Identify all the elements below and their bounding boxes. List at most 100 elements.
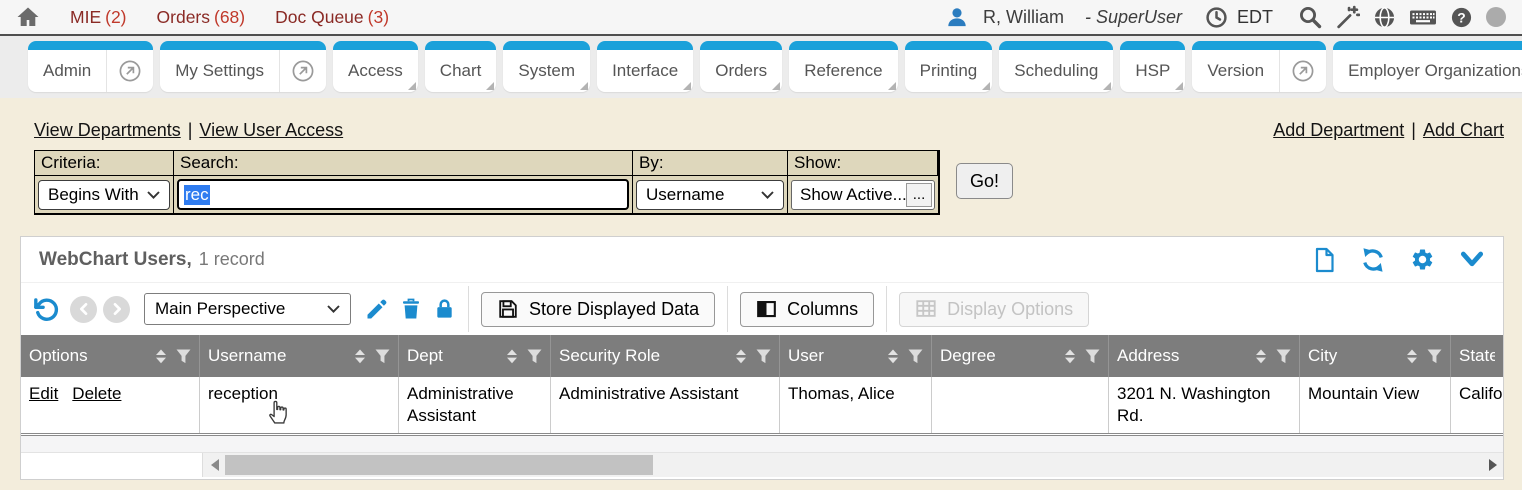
- column-header-dept[interactable]: Dept: [399, 335, 551, 377]
- column-header-security-role[interactable]: Security Role: [551, 335, 780, 377]
- search-input[interactable]: rec: [177, 179, 629, 210]
- delete-trash-icon[interactable]: [399, 297, 423, 321]
- filter-icon[interactable]: [1276, 349, 1291, 364]
- column-header-state[interactable]: State: [1451, 335, 1503, 377]
- sort-icon[interactable]: [506, 349, 518, 364]
- new-document-icon[interactable]: [1312, 247, 1336, 273]
- gear-icon[interactable]: [1410, 247, 1435, 272]
- keyboard-icon[interactable]: [1409, 6, 1437, 29]
- status-dot-icon[interactable]: [1486, 7, 1506, 27]
- column-header-city[interactable]: City: [1300, 335, 1451, 377]
- sort-icon[interactable]: [1064, 349, 1076, 364]
- show-filter[interactable]: Show Active... ...: [791, 180, 935, 210]
- tab-scheduling[interactable]: Scheduling: [999, 41, 1113, 92]
- horizontal-scrollbar[interactable]: [203, 453, 1503, 477]
- tab-employer-organizations[interactable]: Employer Organizations: [1333, 41, 1522, 92]
- user-search-form: Criteria: Search: By: Show: Begins With …: [34, 150, 1522, 215]
- globe-icon[interactable]: [1373, 6, 1396, 29]
- column-header-options[interactable]: Options: [21, 335, 200, 377]
- user-name: R, William: [983, 7, 1064, 28]
- sort-icon[interactable]: [155, 349, 167, 364]
- tab-accent: [333, 41, 418, 50]
- refresh-icon[interactable]: [1360, 247, 1386, 273]
- filter-icon[interactable]: [176, 349, 191, 364]
- home-icon[interactable]: [16, 5, 40, 29]
- filter-icon[interactable]: [527, 349, 542, 364]
- scrollbar-thumb[interactable]: [225, 455, 653, 475]
- display-options-button[interactable]: Display Options: [899, 292, 1089, 327]
- scroll-right-arrow[interactable]: [1489, 459, 1497, 471]
- column-header-degree[interactable]: Degree: [932, 335, 1109, 377]
- column-header-username[interactable]: Username: [200, 335, 399, 377]
- nav-mie-count: (2): [105, 7, 126, 27]
- user-icon[interactable]: [946, 6, 968, 28]
- tab-reference[interactable]: Reference: [789, 41, 897, 92]
- filter-icon[interactable]: [1427, 349, 1442, 364]
- column-header-address[interactable]: Address: [1109, 335, 1300, 377]
- perspective-select[interactable]: Main Perspective: [144, 293, 351, 325]
- tab-admin[interactable]: Admin: [28, 41, 153, 92]
- search-icon[interactable]: [1298, 5, 1322, 29]
- sort-icon[interactable]: [1406, 349, 1418, 364]
- dropdown-corner-icon: [772, 82, 780, 90]
- sort-icon[interactable]: [735, 349, 747, 364]
- webchart-users-panel: WebChart Users, 1 record: [20, 236, 1504, 480]
- tab-interface[interactable]: Interface: [597, 41, 693, 92]
- view-user-access-link[interactable]: View User Access: [199, 120, 343, 140]
- prev-page-button[interactable]: [70, 296, 97, 323]
- dropdown-corner-icon: [1103, 82, 1111, 90]
- nav-doc-queue-label: Doc Queue: [275, 7, 364, 27]
- cell-security-role: Administrative Assistant: [551, 377, 780, 433]
- add-chart-link[interactable]: Add Chart: [1423, 120, 1504, 140]
- tab-hsp[interactable]: HSP: [1120, 41, 1185, 92]
- selected-text: rec: [184, 185, 210, 205]
- tab-my-settings[interactable]: My Settings: [160, 41, 326, 92]
- show-more-button[interactable]: ...: [906, 183, 932, 207]
- columns-button[interactable]: Columns: [740, 292, 874, 327]
- grid-icon: [915, 298, 937, 320]
- by-select[interactable]: Username: [636, 180, 784, 210]
- cell-degree: [932, 377, 1109, 433]
- cell-dept: Administrative Assistant: [399, 377, 551, 433]
- filter-icon[interactable]: [1085, 349, 1100, 364]
- store-displayed-data-button[interactable]: Store Displayed Data: [481, 292, 715, 327]
- help-icon[interactable]: ?: [1450, 6, 1473, 29]
- filter-icon[interactable]: [756, 349, 771, 364]
- edit-pencil-icon[interactable]: [365, 297, 389, 321]
- criteria-select[interactable]: Begins With: [38, 180, 170, 210]
- filter-icon[interactable]: [908, 349, 923, 364]
- filter-icon[interactable]: [375, 349, 390, 364]
- scroll-left-arrow[interactable]: [211, 459, 219, 471]
- tab-printing[interactable]: Printing: [905, 41, 993, 92]
- sort-icon[interactable]: [1255, 349, 1267, 364]
- edit-link[interactable]: Edit: [29, 384, 58, 403]
- tab-access[interactable]: Access: [333, 41, 418, 92]
- collapse-chevron-icon[interactable]: [1459, 249, 1485, 271]
- action-links-row: View Departments|View User Access Add De…: [34, 120, 1504, 141]
- delete-link[interactable]: Delete: [72, 384, 121, 403]
- sort-icon[interactable]: [354, 349, 366, 364]
- view-departments-link[interactable]: View Departments: [34, 120, 181, 140]
- criteria-table: Criteria: Search: By: Show: Begins With …: [34, 150, 940, 215]
- dropdown-corner-icon: [580, 82, 588, 90]
- wand-icon[interactable]: [1335, 5, 1360, 30]
- nav-orders[interactable]: Orders(68): [157, 7, 246, 28]
- nav-mie[interactable]: MIE(2): [70, 7, 127, 28]
- next-page-button[interactable]: [103, 296, 130, 323]
- add-department-link[interactable]: Add Department: [1273, 120, 1404, 140]
- left-links: View Departments|View User Access: [34, 120, 343, 141]
- nav-doc-queue[interactable]: Doc Queue(3): [275, 7, 389, 28]
- tab-chart[interactable]: Chart: [425, 41, 497, 92]
- column-header-user[interactable]: User: [780, 335, 932, 377]
- lock-icon[interactable]: [433, 297, 456, 321]
- tab-orders[interactable]: Orders: [700, 41, 782, 92]
- undo-icon[interactable]: [33, 296, 60, 323]
- tab-system[interactable]: System: [503, 41, 590, 92]
- go-button[interactable]: Go!: [956, 163, 1013, 199]
- sort-icon[interactable]: [887, 349, 899, 364]
- clock-icon[interactable]: [1205, 6, 1228, 29]
- timezone-label: EDT: [1237, 7, 1273, 28]
- tab-version[interactable]: Version: [1192, 41, 1326, 92]
- dropdown-corner-icon: [408, 82, 416, 90]
- toolbar-divider: [886, 286, 887, 332]
